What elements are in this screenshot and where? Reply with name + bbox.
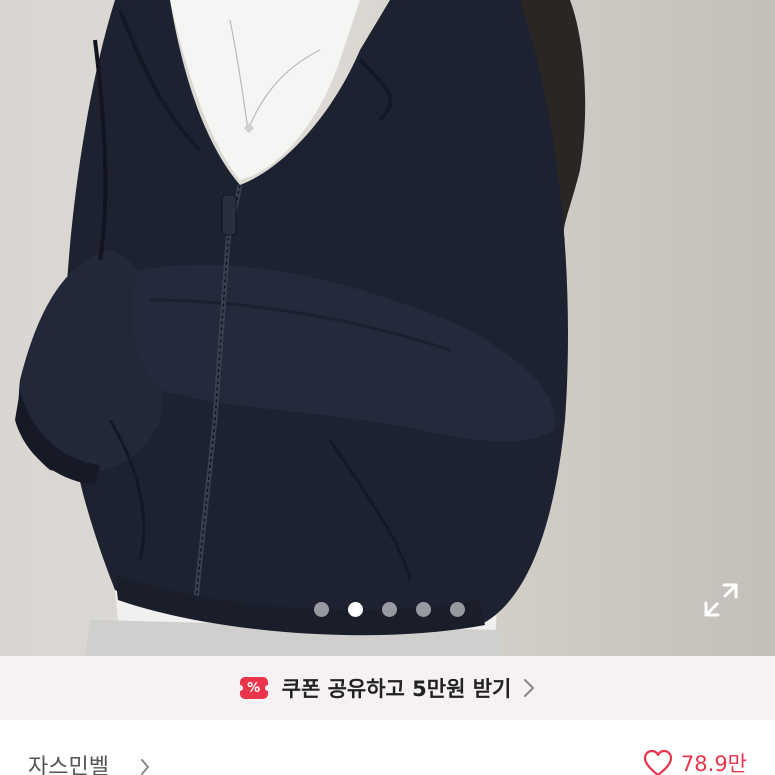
chevron-right-icon[interactable]: [140, 758, 150, 775]
pager-dot[interactable]: [382, 602, 397, 617]
pager-dot-active[interactable]: [348, 602, 363, 617]
like-button[interactable]: 78.9만: [643, 748, 747, 775]
image-pager: [0, 602, 775, 617]
shop-row: 자스민벨 78.9만: [0, 720, 775, 775]
pager-dot[interactable]: [416, 602, 431, 617]
product-photo[interactable]: [0, 0, 775, 656]
coupon-icon: %: [236, 677, 271, 699]
chevron-right-icon: [524, 679, 535, 697]
expand-icon: [704, 583, 738, 617]
product-photo-art: [15, 0, 586, 656]
expand-button[interactable]: [703, 582, 739, 618]
like-count: 78.9만: [680, 752, 747, 775]
coupon-banner[interactable]: % 쿠폰 공유하고 5만원 받기: [0, 656, 775, 720]
coupon-text: 쿠폰 공유하고 5만원 받기: [281, 677, 512, 701]
shop-name-link[interactable]: 자스민벨: [28, 749, 109, 775]
pager-dot[interactable]: [314, 602, 329, 617]
heart-outline-icon: [643, 749, 673, 775]
pager-dot[interactable]: [450, 602, 465, 617]
